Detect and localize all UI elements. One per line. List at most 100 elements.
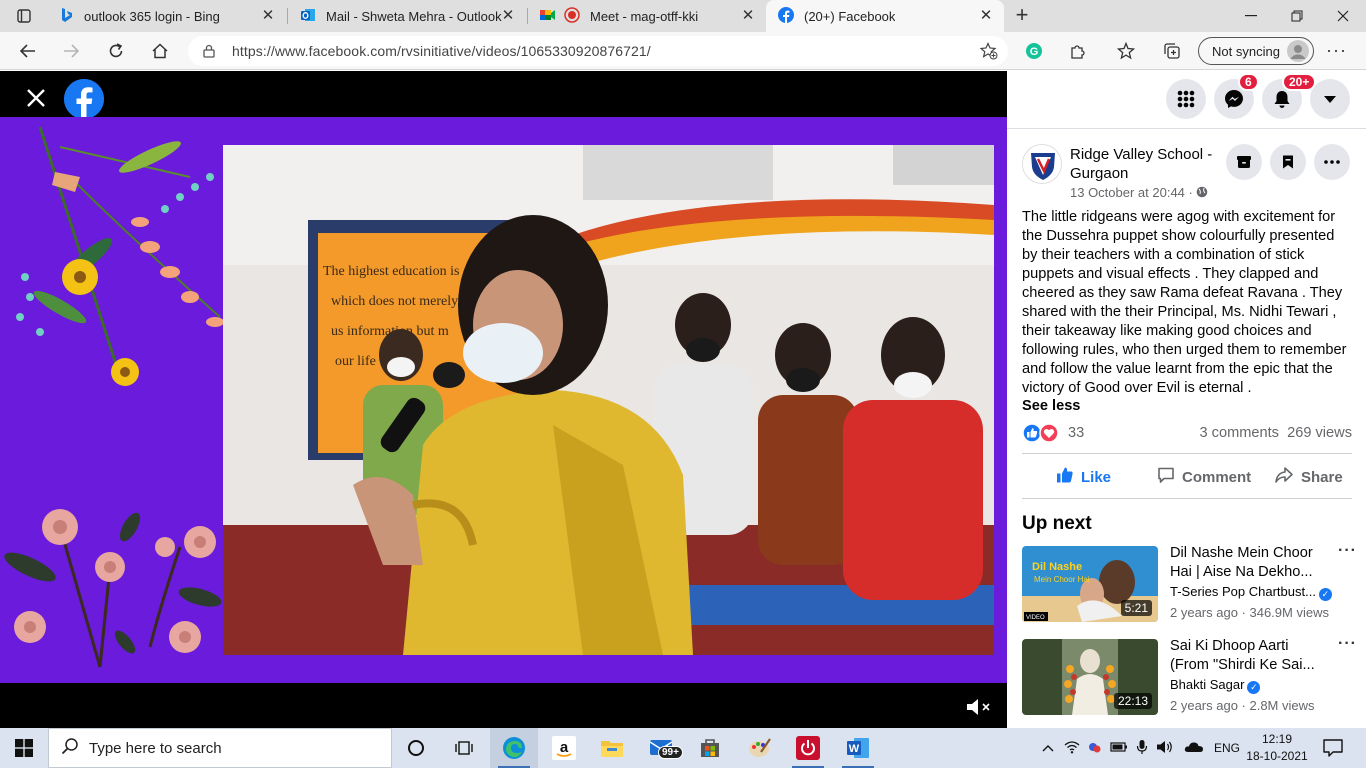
video-thumbnail[interactable]: 22:13 <box>1022 639 1158 715</box>
thumbs-up-icon <box>1056 466 1074 488</box>
facebook-logo-icon[interactable] <box>64 79 104 119</box>
video-title-link[interactable]: Sai Ki Dhoop Aarti (From "Shirdi Ke Sai.… <box>1170 637 1330 675</box>
lock-icon[interactable] <box>202 44 216 58</box>
tab-close-icon[interactable]: ✕ <box>740 8 756 24</box>
onedrive-cloud-icon[interactable] <box>1184 741 1204 756</box>
account-dropdown-icon[interactable] <box>1310 79 1350 119</box>
reaction-count[interactable]: 33 <box>1068 425 1084 441</box>
recording-icon <box>564 6 580 26</box>
video-channel[interactable]: Bhakti Sagar ✓ <box>1170 677 1261 694</box>
comments-count-link[interactable]: 3 comments <box>1200 425 1279 441</box>
volume-muted-icon[interactable] <box>964 697 994 717</box>
grammarly-extension-icon[interactable]: G <box>1020 38 1048 64</box>
tab-bing[interactable]: outlook 365 login - Bing ✕ <box>48 0 286 32</box>
up-next-heading: Up next <box>1022 513 1092 534</box>
forward-arrow-icon[interactable] <box>57 38 85 64</box>
tab-close-icon[interactable]: ✕ <box>978 8 994 24</box>
video-options-icon[interactable]: ··· <box>1338 635 1357 653</box>
menu-grid-icon[interactable] <box>1166 79 1206 119</box>
like-label: Like <box>1081 468 1112 486</box>
show-hidden-icons-chevron-icon[interactable] <box>1042 741 1054 755</box>
messenger-icon[interactable]: 6 <box>1214 73 1259 119</box>
extensions-puzzle-icon[interactable] <box>1064 38 1092 64</box>
video-meta: 2 years ago · 346.9M views <box>1170 605 1329 620</box>
task-view-icon[interactable] <box>440 728 488 768</box>
windows-taskbar: Type here to search a 99+ W ENG 12:19 18… <box>0 728 1366 768</box>
share-button[interactable]: Share <box>1274 466 1343 488</box>
tab-meet[interactable]: Meet - mag-otff-kki ✕ <box>528 0 766 32</box>
restore-icon[interactable] <box>1274 0 1320 32</box>
page-avatar[interactable] <box>1022 144 1062 184</box>
reaction-icons[interactable] <box>1022 423 1059 447</box>
video-thumbnail[interactable]: Dil Nashe Mein Choor Hai VIDEO 5:21 <box>1022 546 1158 622</box>
taskbar-search-box[interactable]: Type here to search <box>48 728 392 768</box>
minimize-icon[interactable] <box>1228 0 1274 32</box>
system-clock[interactable]: 12:19 18-10-2021 <box>1246 731 1308 765</box>
like-button[interactable]: Like <box>1056 466 1111 488</box>
poster-text-line: which does not merely <box>331 294 458 309</box>
add-favorite-icon[interactable] <box>979 42 998 63</box>
video-player[interactable]: The highest education is which does not … <box>0 71 1007 728</box>
see-less-link[interactable]: See less <box>1022 398 1080 414</box>
paint-icon[interactable] <box>736 728 784 768</box>
mail-icon[interactable]: 99+ <box>638 728 686 768</box>
page-name-link[interactable]: Ridge Valley School - Gurgaon <box>1070 145 1220 183</box>
up-next-video-item[interactable]: 22:13 Sai Ki Dhoop Aarti (From "Shirdi K… <box>1022 635 1357 717</box>
file-explorer-icon[interactable] <box>588 728 636 768</box>
tab-close-icon[interactable]: ✕ <box>500 8 516 24</box>
home-icon[interactable] <box>146 38 174 64</box>
video-options-icon[interactable]: ··· <box>1338 542 1357 560</box>
url-text: https://www.facebook.com/rvsinitiative/v… <box>232 43 651 59</box>
video-still-image: The highest education is which does not … <box>223 145 994 655</box>
meet-icon <box>540 8 556 25</box>
svg-text:VIDEO: VIDEO <box>1026 615 1045 621</box>
new-tab-plus-icon[interactable]: + <box>1010 4 1034 28</box>
browser-menu-icon[interactable]: ··· <box>1326 40 1347 61</box>
video-title-link[interactable]: Dil Nashe Mein Choor Hai | Aise Na Dekho… <box>1170 544 1330 582</box>
favorites-star-icon[interactable] <box>1112 38 1140 64</box>
comment-button[interactable]: Comment <box>1157 466 1251 488</box>
tab-actions-menu-icon[interactable] <box>10 6 38 26</box>
windows-start-icon[interactable] <box>0 728 48 768</box>
flower-bouquet-decoration <box>16 126 224 386</box>
input-language-label[interactable]: ENG <box>1214 741 1240 755</box>
svg-text:W: W <box>849 743 860 755</box>
amazon-icon[interactable]: a <box>540 728 588 768</box>
poster-text-line: The highest education is <box>323 264 459 279</box>
notification-center-icon[interactable] <box>1310 728 1356 768</box>
microphone-icon[interactable] <box>1136 739 1148 758</box>
back-arrow-icon[interactable] <box>14 38 42 64</box>
vpn-shield-icon[interactable] <box>1088 740 1102 757</box>
up-next-video-item[interactable]: Dil Nashe Mein Choor Hai VIDEO 5:21 Dil … <box>1022 542 1357 624</box>
address-bar[interactable]: https://www.facebook.com/rvsinitiative/v… <box>188 36 1008 66</box>
tab-close-icon[interactable]: ✕ <box>260 8 276 24</box>
search-icon <box>61 737 79 759</box>
post-options-icon[interactable] <box>1314 144 1350 180</box>
word-icon[interactable]: W <box>834 728 882 768</box>
svg-text:Dil Nashe: Dil Nashe <box>1032 561 1082 573</box>
save-video-icon[interactable] <box>1226 144 1262 180</box>
cortana-icon[interactable] <box>392 728 440 768</box>
battery-icon[interactable] <box>1110 741 1128 756</box>
watch-later-icon[interactable] <box>1270 144 1306 180</box>
edge-browser-icon[interactable] <box>490 728 538 768</box>
network-wifi-icon[interactable] <box>1064 740 1080 757</box>
tab-title: Mail - Shweta Mehra - Outlook <box>326 8 502 24</box>
power-app-icon[interactable] <box>784 728 832 768</box>
tab-outlook[interactable]: Mail - Shweta Mehra - Outlook ✕ <box>288 0 526 32</box>
clock-date: 18-10-2021 <box>1246 749 1308 763</box>
microsoft-store-icon[interactable] <box>686 728 734 768</box>
notifications-bell-icon[interactable]: 20+ <box>1262 73 1317 119</box>
love-reaction-icon <box>1039 423 1059 447</box>
tab-facebook[interactable]: (20+) Facebook ✕ <box>766 0 1004 32</box>
video-channel[interactable]: T-Series Pop Chartbust... ✓ <box>1170 584 1332 601</box>
close-window-icon[interactable] <box>1320 0 1366 32</box>
collections-icon[interactable] <box>1158 38 1186 64</box>
close-video-icon[interactable] <box>24 86 48 110</box>
profile-sync-button[interactable]: Not syncing <box>1198 37 1314 65</box>
speaker-volume-icon[interactable] <box>1156 740 1174 757</box>
channel-name: Bhakti Sagar <box>1170 677 1245 692</box>
post-timestamp[interactable]: 13 October at 20:44 · <box>1070 185 1208 200</box>
refresh-icon[interactable] <box>102 38 130 64</box>
verified-badge-icon: ✓ <box>1247 681 1261 694</box>
